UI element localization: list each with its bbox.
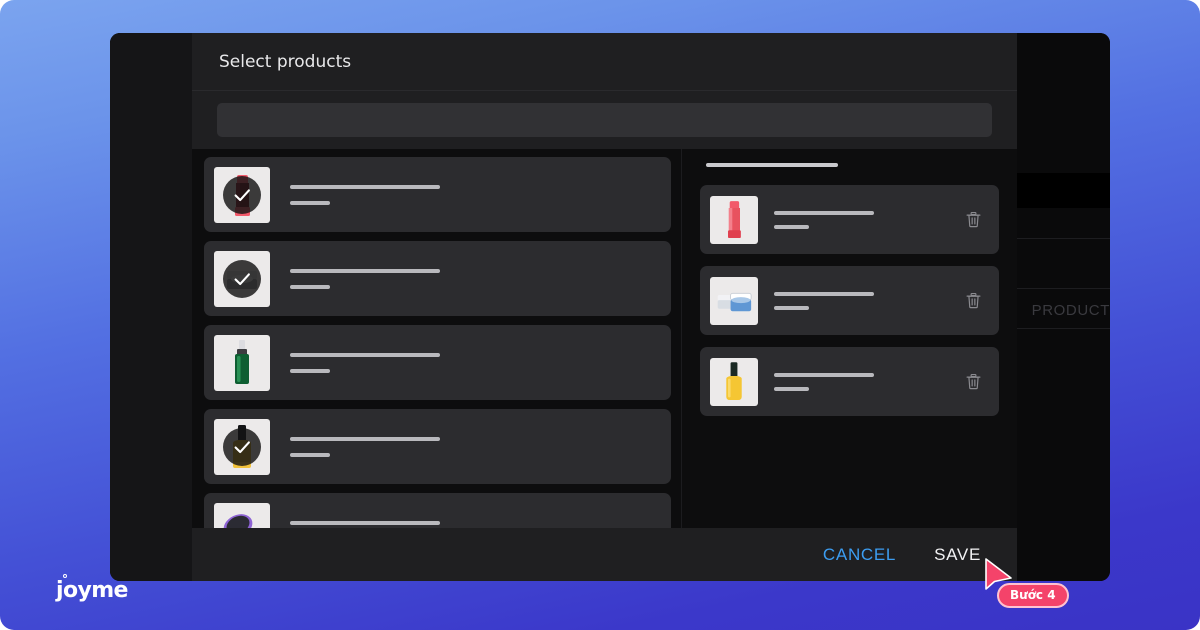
cancel-button[interactable]: CANCEL xyxy=(821,541,898,569)
selected-check-badge xyxy=(223,175,261,214)
product-text-placeholders xyxy=(758,372,959,391)
product-text-placeholders xyxy=(758,210,959,229)
product-meta-placeholder xyxy=(290,284,330,289)
screenshot-canvas: PRODUCT Select products CANCEL SAVE Bước… xyxy=(0,0,1200,630)
product-thumbnail xyxy=(214,502,270,528)
product-thumbnail xyxy=(214,166,270,223)
product-meta-placeholder xyxy=(290,452,330,457)
available-product-row[interactable] xyxy=(204,325,671,400)
check-icon xyxy=(234,188,250,201)
browser-window: PRODUCT Select products CANCEL SAVE xyxy=(110,33,1110,581)
save-button[interactable]: SAVE xyxy=(932,541,983,569)
background-sidebar xyxy=(110,33,192,581)
dialog-title: Select products xyxy=(219,51,352,72)
joyme-logo-text: joyme xyxy=(56,578,128,603)
trash-icon xyxy=(966,292,980,309)
selected-product-row[interactable] xyxy=(700,347,999,416)
product-name-placeholder xyxy=(290,268,440,273)
product-text-placeholders xyxy=(270,520,661,529)
remove-product-button[interactable] xyxy=(959,287,987,315)
dialog-footer: CANCEL SAVE xyxy=(192,528,1017,581)
search-bar xyxy=(192,91,1017,149)
lipstick-icon xyxy=(728,200,741,238)
check-icon xyxy=(234,272,250,285)
cream-jar-icon xyxy=(717,292,752,311)
remove-product-button[interactable] xyxy=(959,206,987,234)
remove-product-button[interactable] xyxy=(959,368,987,396)
product-name-placeholder xyxy=(290,436,440,441)
dialog-body xyxy=(192,149,1017,528)
product-thumbnail xyxy=(214,334,270,391)
product-name-placeholder xyxy=(290,184,440,189)
nail-polish-icon xyxy=(726,361,742,400)
selected-product-row[interactable] xyxy=(700,266,999,335)
product-thumbnail xyxy=(710,276,758,325)
logo-dot-icon xyxy=(63,574,67,578)
background-column-header-label: PRODUCT xyxy=(1031,301,1110,319)
available-product-row[interactable] xyxy=(204,157,671,232)
product-text-placeholders xyxy=(270,352,661,373)
product-text-placeholders xyxy=(270,268,661,289)
selected-check-badge xyxy=(223,427,261,466)
product-meta-placeholder xyxy=(774,305,809,310)
check-icon xyxy=(234,440,250,453)
product-thumbnail xyxy=(214,250,270,307)
select-products-dialog: Select products CANCEL SAVE xyxy=(192,33,1017,581)
product-thumbnail xyxy=(214,418,270,475)
product-thumbnail xyxy=(710,357,758,406)
trash-icon xyxy=(966,373,980,390)
selected-panel-title-placeholder xyxy=(706,163,838,167)
available-product-row[interactable] xyxy=(204,493,671,528)
product-name-placeholder xyxy=(774,291,874,296)
dropper-bottle-icon xyxy=(235,339,249,384)
dialog-header: Select products xyxy=(192,33,1017,91)
product-meta-placeholder xyxy=(290,200,330,205)
search-input[interactable] xyxy=(217,103,992,137)
product-text-placeholders xyxy=(758,291,959,310)
product-meta-placeholder xyxy=(774,224,809,229)
selected-product-row[interactable] xyxy=(700,185,999,254)
product-text-placeholders xyxy=(270,436,661,457)
selected-check-badge xyxy=(223,259,261,298)
product-name-placeholder xyxy=(774,210,874,215)
product-meta-placeholder xyxy=(290,368,330,373)
mouse-cursor xyxy=(985,558,1012,590)
product-text-placeholders xyxy=(270,184,661,205)
product-name-placeholder xyxy=(290,520,440,525)
available-product-row[interactable] xyxy=(204,241,671,316)
product-meta-placeholder xyxy=(774,386,809,391)
product-name-placeholder xyxy=(290,352,440,357)
product-thumbnail xyxy=(710,195,758,244)
joyme-logo: joyme xyxy=(56,574,128,603)
available-products-panel[interactable] xyxy=(192,149,682,528)
product-name-placeholder xyxy=(774,372,874,377)
background-column-header-product: PRODUCT xyxy=(1020,288,1110,332)
hairbrush-icon xyxy=(223,513,253,528)
selected-products-panel[interactable] xyxy=(682,149,1017,528)
trash-icon xyxy=(966,211,980,228)
available-product-row[interactable] xyxy=(204,409,671,484)
